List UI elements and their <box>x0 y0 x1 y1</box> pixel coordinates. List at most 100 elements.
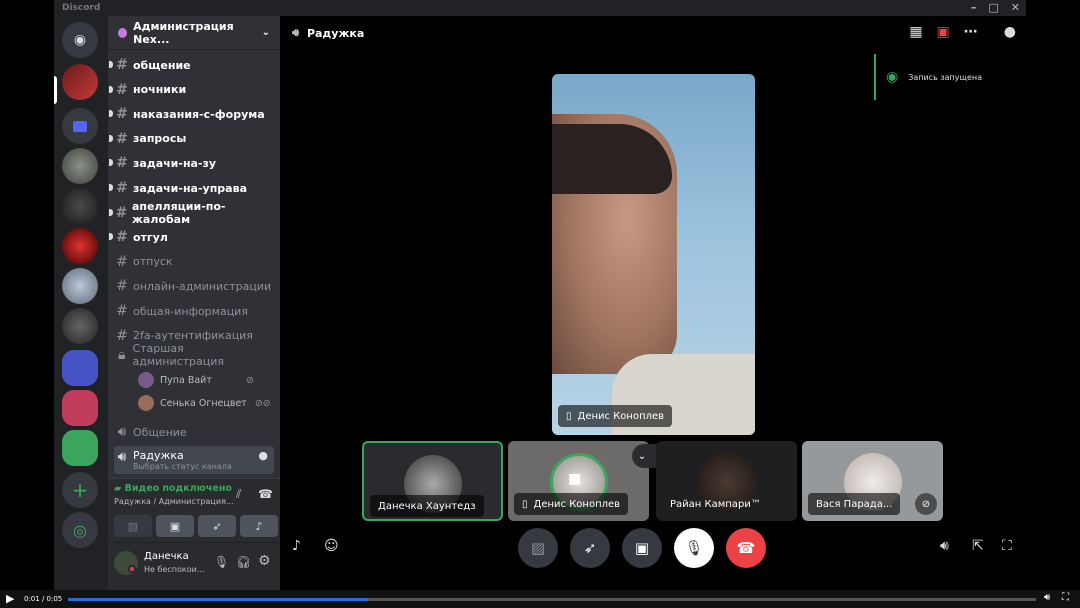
voice-user-name: Сенька Огнецвет <box>160 397 247 409</box>
server-icon[interactable] <box>62 148 98 184</box>
voice-channel-label: Радужка <box>133 449 184 462</box>
screen-share-button[interactable]: ▣ <box>156 515 194 537</box>
server-icon[interactable] <box>62 228 98 264</box>
camera-button[interactable]: ▨ <box>518 528 558 568</box>
channel-item[interactable]: # общение <box>109 54 274 76</box>
add-server-button[interactable]: + <box>62 472 98 508</box>
home-button[interactable]: ◉ <box>62 22 98 58</box>
channel-label: отпуск <box>133 255 173 269</box>
chevron-down-icon: ⌄ <box>261 27 270 38</box>
hash-icon: # <box>116 180 128 196</box>
channel-item[interactable]: # отгул <box>109 226 274 248</box>
voice-status: Видео подключено <box>124 483 232 494</box>
camera-toggle-button[interactable]: ▨ <box>114 515 152 537</box>
recording-label: Запись запущена <box>908 72 983 82</box>
participant-tile[interactable]: Вася Парада... ⊘ <box>802 441 943 521</box>
discord-logo-icon: ◉ <box>73 32 87 48</box>
voice-channel-general[interactable]: 🔊︎ Общение <box>114 421 274 443</box>
hash-icon: # <box>116 278 128 295</box>
channel-status-placeholder[interactable]: Выбрать статус канала <box>133 462 232 471</box>
fullscreen-icon[interactable]: ⛶ <box>1062 592 1069 603</box>
maximize-button[interactable]: □ <box>988 1 998 14</box>
channel-item[interactable]: # задачи-на-зу <box>109 152 274 174</box>
soundboard-icon[interactable]: ♪ <box>292 538 301 554</box>
play-icon[interactable]: ▶ <box>6 592 14 605</box>
disconnect-icon[interactable]: ☎ <box>258 487 273 501</box>
hash-icon: # <box>116 106 128 123</box>
explore-servers-button[interactable]: ◎ <box>62 512 98 548</box>
server-folder[interactable] <box>62 350 98 386</box>
microphone-icon[interactable]: 🎙︎ <box>214 555 229 569</box>
participant-tile[interactable]: Данечка Хаунтедз <box>362 441 503 521</box>
channel-label: запросы <box>133 132 187 146</box>
close-button[interactable]: ✕ <box>1011 1 1020 14</box>
server-icon[interactable] <box>62 64 98 100</box>
noise-suppression-icon[interactable]: ⫽ <box>236 487 241 502</box>
more-options-icon[interactable]: ⋯ <box>964 24 978 40</box>
server-icon[interactable] <box>62 308 98 344</box>
muted-icon: ⊘ <box>245 374 254 386</box>
server-folder[interactable] <box>62 430 98 466</box>
server-header[interactable]: Администрация Nex... ⌄ <box>108 16 280 50</box>
disconnect-button[interactable]: ☎ <box>726 528 766 568</box>
channel-item[interactable]: # запросы <box>109 128 274 150</box>
chat-icon[interactable]: ● <box>1004 24 1016 40</box>
volume-icon[interactable]: 🔊︎ <box>940 538 949 554</box>
participant-tile[interactable]: ■ ▯ Денис Коноплев <box>508 441 649 521</box>
channel-item[interactable]: # общая-информация <box>114 300 274 322</box>
channel-item[interactable]: # апелляции-по-жалобам <box>109 200 274 226</box>
channel-label: наказания-с-форума <box>133 107 265 121</box>
folder-icon[interactable] <box>62 108 98 144</box>
channel-label: ночники <box>133 83 187 97</box>
voice-user[interactable]: Пупа Вайт ⊘ <box>138 370 254 390</box>
participant-tile[interactable]: Райан Кампари™ <box>656 441 797 521</box>
voice-location[interactable]: Радужка / Администрация... <box>114 497 234 506</box>
voice-channel-current[interactable]: 🔊︎ Радужка Выбрать статус канала ● <box>114 446 274 474</box>
minimize-button[interactable]: – <box>971 1 977 14</box>
activities-button[interactable]: ➶ <box>198 515 236 537</box>
voice-connection-panel: ▰ Видео подключено Радужка / Администрац… <box>108 478 280 542</box>
microphone-icon: 🎙︎ <box>684 539 704 557</box>
popout-icon[interactable]: ▣ <box>937 24 950 40</box>
tile-nametag: Райан Кампари™ <box>662 493 769 515</box>
participant-name: Вася Парада... <box>816 498 893 510</box>
server-icon[interactable] <box>62 268 98 304</box>
grid-layout-icon[interactable]: ▦ <box>909 24 922 40</box>
volume-icon[interactable]: 🔊︎ <box>1044 592 1050 603</box>
activities-button[interactable]: ➶ <box>570 528 610 568</box>
hash-icon: # <box>116 253 128 270</box>
participant-name: Денис Коноплев <box>533 498 621 510</box>
microphone-button[interactable]: 🎙︎ <box>674 528 714 568</box>
voice-user[interactable]: Сенька Огнецвет ⊘⊘ <box>138 393 271 413</box>
channel-item[interactable]: # отпуск <box>114 251 274 273</box>
hang-up-icon: ☎ <box>736 539 756 557</box>
channel-item[interactable]: # ночники <box>109 79 274 101</box>
soundboard-icon: ♪ <box>255 519 263 533</box>
chat-bubble-icon[interactable]: ● <box>258 449 268 462</box>
tile-nametag: ▯ Денис Коноплев <box>514 493 629 515</box>
gear-icon[interactable]: ⚙ <box>258 553 271 569</box>
server-icon[interactable] <box>62 188 98 224</box>
channel-item[interactable]: # наказания-с-форума <box>109 103 274 125</box>
screen-share-button[interactable]: ▣ <box>622 528 662 568</box>
channel-label: 2fa-аутентификация <box>133 329 253 343</box>
channel-item[interactable]: # задачи-на-управа <box>109 177 274 199</box>
headphones-icon[interactable]: 🎧︎ <box>236 555 251 569</box>
rocket-icon: ➶ <box>583 539 597 557</box>
popout-icon[interactable]: ⇱ <box>972 538 984 554</box>
emoji-icon[interactable]: ☺ <box>324 538 339 554</box>
server-name: Администрация Nex... <box>133 19 234 46</box>
soundboard-button[interactable]: ♪ <box>240 515 278 537</box>
voice-channel-senior[interactable]: 🔒︎ Старшая администрация <box>114 342 274 368</box>
video-off-icon: ⊘ <box>915 493 937 515</box>
server-folder[interactable] <box>62 390 98 426</box>
player-time: 0:01 / 0:05 <box>24 595 63 603</box>
server-rail: ◉ + ◎ <box>54 16 108 590</box>
hash-icon: # <box>116 155 128 172</box>
fullscreen-icon[interactable]: ⛶ <box>1002 538 1012 554</box>
voice-stage: 🔊︎ Радужка ▦ ▣ ⋯ ● ◉ Запись запущена ▯ Д… <box>280 16 1026 590</box>
voice-channel-label: Общение <box>133 425 187 439</box>
channel-item[interactable]: # онлайн-администрации <box>114 275 274 297</box>
seek-bar[interactable] <box>68 598 1036 601</box>
main-video-feed[interactable]: ▯ Денис Коноплев <box>552 74 755 435</box>
